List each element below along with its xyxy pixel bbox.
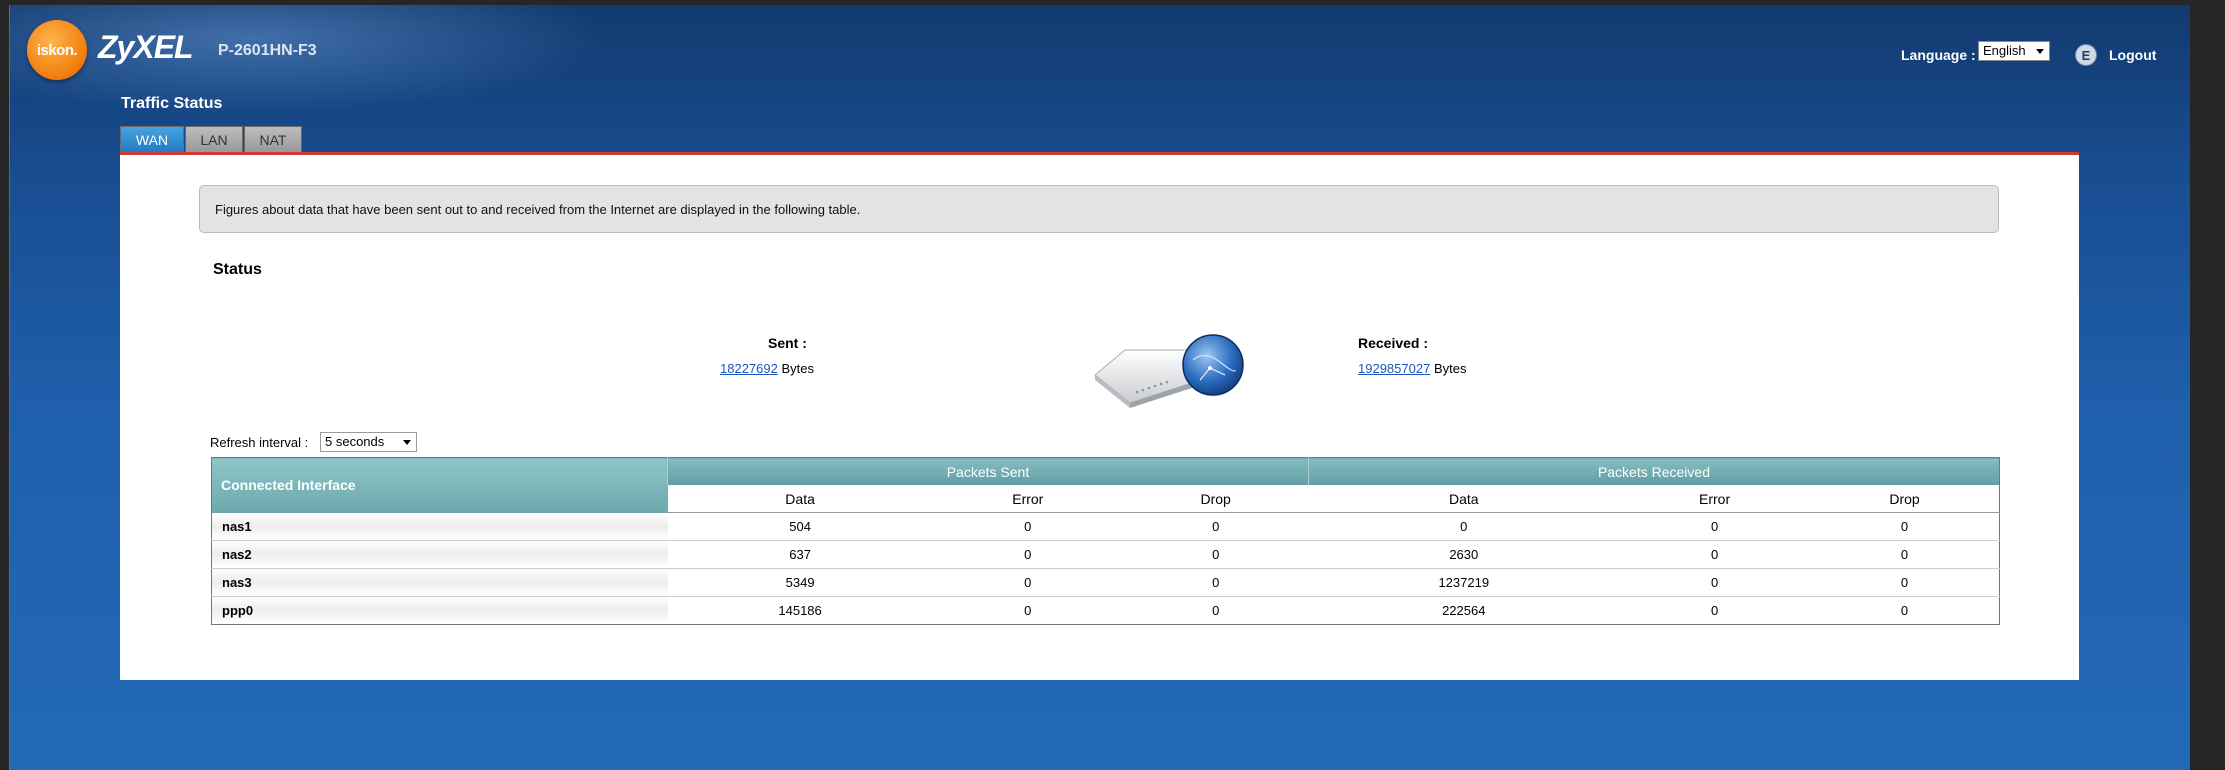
connected-interface-header: Connected Interface [211,457,668,513]
cell-recv-drop: 0 [1900,602,1909,618]
received-bytes-link[interactable]: 1929857027 [1358,361,1430,376]
traffic-table: Connected Interface Packets Sent Packets… [211,457,2000,625]
cell-recv-drop: 0 [1810,512,2000,541]
received-unit: Bytes [1433,361,1467,376]
cell-sent-data: 504 [667,512,933,541]
cell-recv-data: 1237219 [1308,568,1620,597]
cell-recv-data: 2630 [1308,540,1620,569]
cell-recv-error: 0 [1619,568,1811,597]
column-header: Data [1308,485,1620,513]
model-name: P-2601HN-F3 [218,42,317,59]
page-title: Traffic Status [121,95,223,112]
cell-recv-error: 0 [1710,602,1719,618]
sent-bytes-link[interactable]: 18227692 [720,361,778,376]
cell-sent-drop: 0 [1122,540,1309,569]
cell-sent-error: 0 [932,568,1123,597]
cell-recv-data: 222564 [1442,602,1486,618]
refresh-interval-value: 5 seconds [325,434,385,449]
tab-lan[interactable]: LAN [185,126,243,153]
cell-recv-error: 0 [1619,512,1811,541]
cell-sent-error: 0 [932,540,1123,569]
refresh-interval-label: Refresh interval : [210,435,309,450]
column-header: Data [667,485,933,513]
chevron-down-icon [2036,49,2044,54]
cell-recv-error: 0 [1619,540,1811,569]
sent-label: Sent : [768,335,807,351]
tab-wan[interactable]: WAN [120,126,184,153]
cell-sent-error: 0 [932,512,1123,541]
language-label: Language : [1901,47,1976,63]
column-header: Drop [1810,485,2000,513]
cell-sent-data: 145186 [778,602,822,618]
isp-logo: iskon. [27,20,87,80]
received-label: Received : [1358,335,1429,351]
language-select[interactable]: English [1978,41,2050,61]
interface-name: nas3 [211,568,668,597]
refresh-interval-select[interactable]: 5 seconds [320,432,417,452]
interface-name: nas2 [211,540,668,569]
tab-nat[interactable]: NAT [244,126,302,153]
cell-recv-drop: 0 [1810,568,2000,597]
column-header: Error [1619,485,1811,513]
table-row: nas3 5349 0 0 1237219 0 0 [211,568,2000,597]
logout-icon[interactable]: E [2075,44,2097,66]
tab-bar: WAN LAN NAT [120,126,303,153]
info-box: Figures about data that have been sent o… [199,185,1999,233]
cell-sent-drop: 0 [1122,568,1309,597]
packets-sent-header: Packets Sent [667,457,1309,485]
info-text: Figures about data that have been sent o… [215,202,861,217]
column-header: Error [932,485,1123,513]
cell-sent-drop: 0 [1122,512,1309,541]
table-row: nas1 504 0 0 0 0 0 [211,512,2000,541]
logout-link[interactable]: Logout [2109,47,2156,63]
column-header: Drop [1122,485,1309,513]
language-value: English [1983,43,2026,58]
status-heading: Status [213,261,262,278]
table-row: nas2 637 0 0 2630 0 0 [211,540,2000,569]
packets-received-header: Packets Received [1307,457,2000,485]
cell-sent-data: 637 [667,540,933,569]
app-frame: iskon. ZyXEL P-2601HN-F3 Language : Engl… [9,5,2190,770]
sent-unit: Bytes [781,361,814,376]
table-row: ppp0 145186 0 0 222564 0 0 [211,596,2000,624]
received-value: 1929857027 Bytes [1358,361,1466,376]
content-panel: Figures about data that have been sent o… [120,155,2079,680]
cell-recv-drop: 0 [1810,540,2000,569]
cell-sent-drop: 0 [1212,602,1220,618]
interface-name: nas1 [211,512,668,541]
cell-sent-data: 5349 [667,568,933,597]
router-globe-icon [1085,320,1255,415]
sent-value: 18227692 Bytes [720,361,814,376]
interface-name: ppp0 [211,596,668,624]
cell-sent-error: 0 [1024,602,1032,618]
cell-recv-data: 0 [1308,512,1620,541]
brand-logo: ZyXEL [98,29,194,65]
chevron-down-icon [403,440,411,445]
